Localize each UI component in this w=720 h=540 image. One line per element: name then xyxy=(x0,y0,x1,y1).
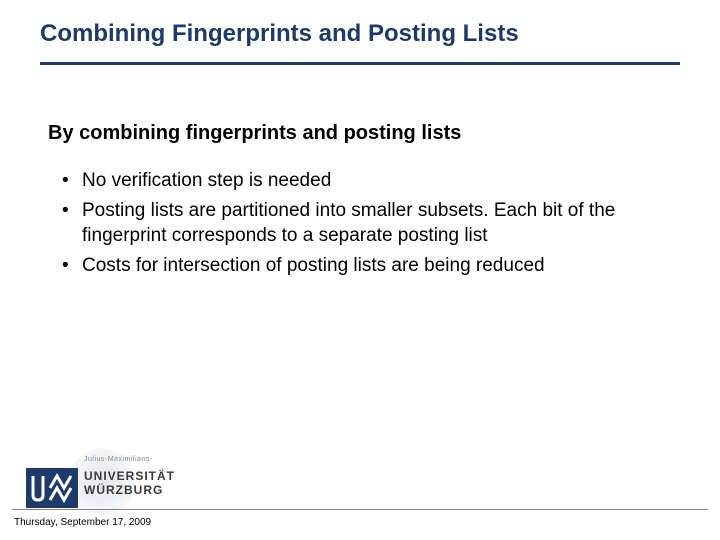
logo-mark-icon xyxy=(26,468,78,508)
slide-title: Combining Fingerprints and Posting Lists xyxy=(40,20,519,48)
list-item: Costs for intersection of posting lists … xyxy=(58,253,618,279)
logo-line2: WÜRZBURG xyxy=(84,483,163,497)
list-item: No verification step is needed xyxy=(58,168,618,194)
list-item: Posting lists are partitioned into small… xyxy=(58,198,618,249)
bullet-list: No verification step is needed Posting l… xyxy=(58,168,618,283)
slide: Combining Fingerprints and Posting Lists… xyxy=(0,0,720,540)
subheading: By combining fingerprints and posting li… xyxy=(48,122,461,145)
footer-divider xyxy=(12,509,708,510)
logo-supertitle: Julius-Maximilians- xyxy=(84,456,153,463)
footer-date: Thursday, September 17, 2009 xyxy=(14,517,151,528)
university-logo: Julius-Maximilians- UNIVERSITÄT WÜRZBURG xyxy=(12,454,212,512)
logo-wordmark: UNIVERSITÄT WÜRZBURG xyxy=(84,470,175,498)
logo-line1: UNIVERSITÄT xyxy=(84,469,175,483)
title-divider xyxy=(40,62,680,65)
